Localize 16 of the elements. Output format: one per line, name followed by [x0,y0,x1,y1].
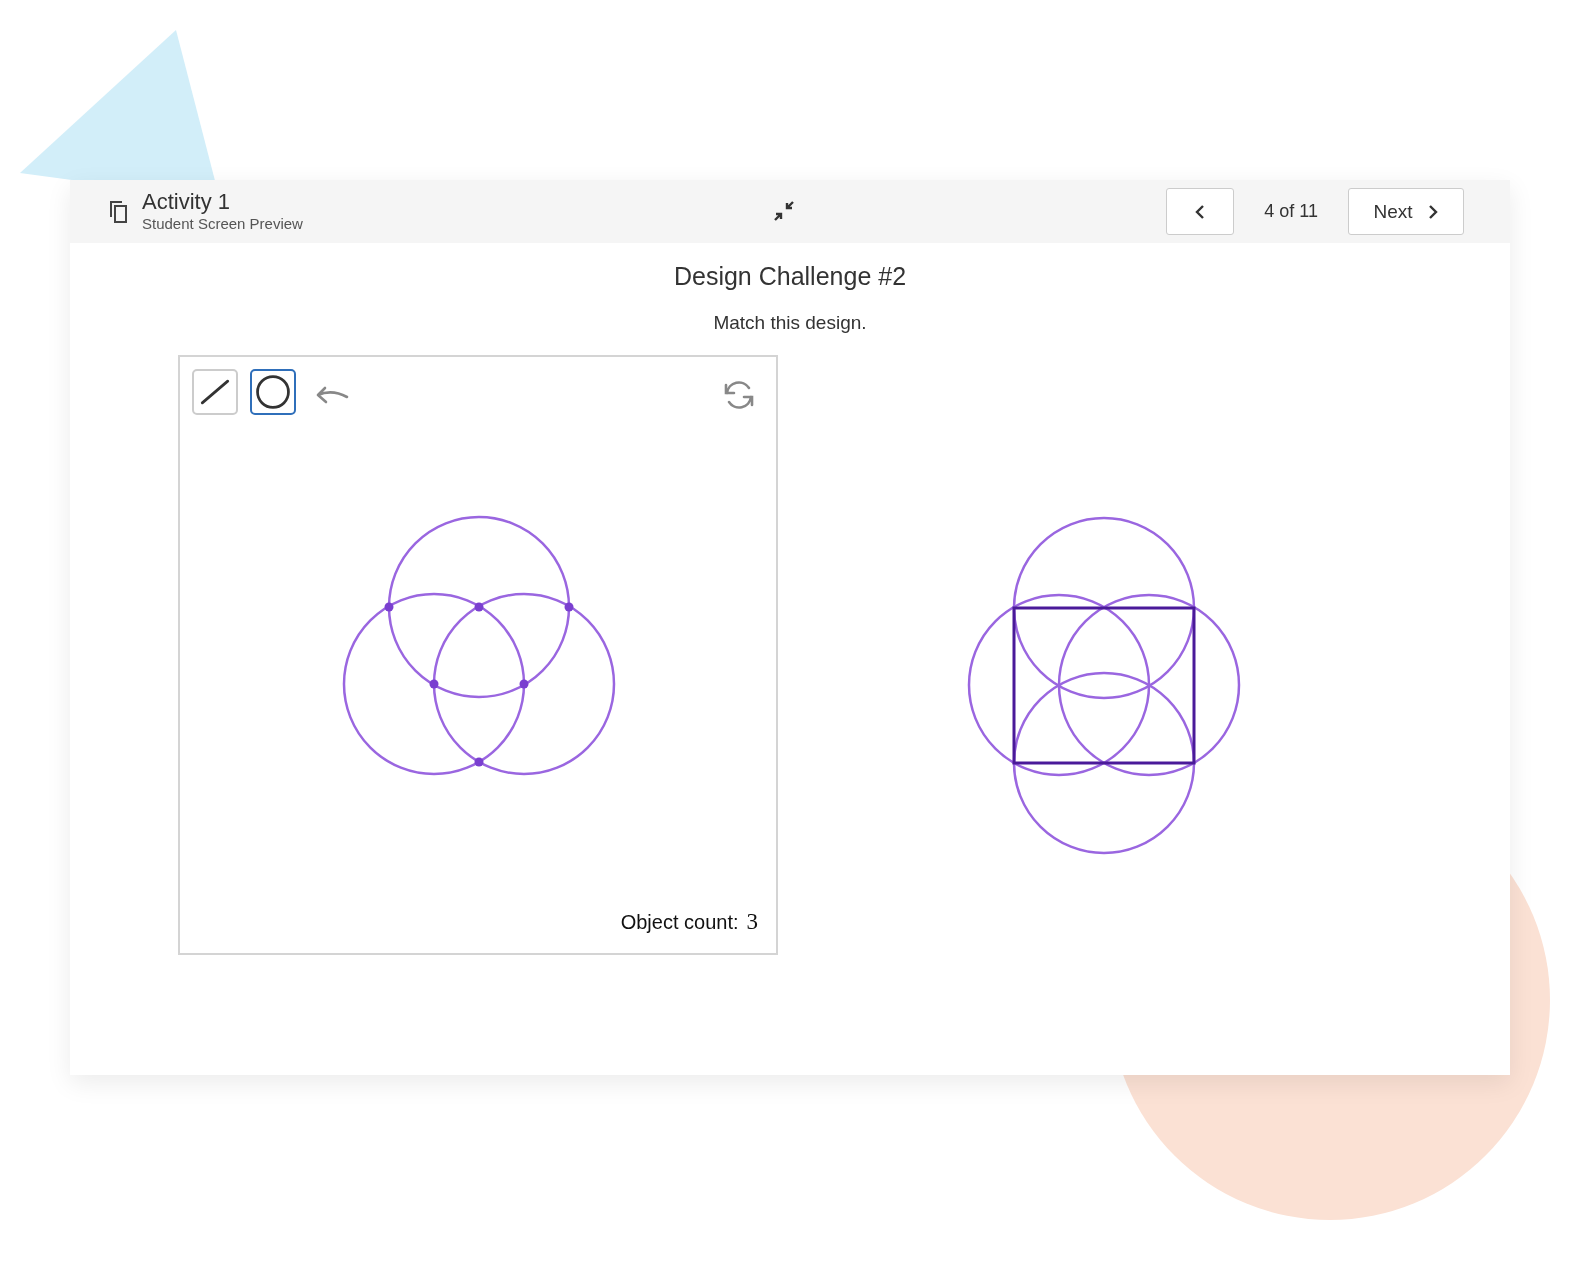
circle-tool-button[interactable] [250,369,296,415]
collapse-icon[interactable] [773,200,795,222]
challenge-heading: Design Challenge #2 [673,262,907,290]
line-tool-button[interactable] [192,369,238,415]
page-position: 4 of 11 [1264,201,1318,222]
circle-icon [253,372,293,412]
activity-title: Activity 1 [142,189,232,214]
copy-icon [110,200,128,223]
object-count-label: Object count: [620,911,739,934]
object-count-value: 3 [746,909,758,935]
activity-subtitle: Student Screen Preview [142,214,303,234]
chevron-left-icon [1194,203,1207,220]
instruction-text: Match this design. [713,312,867,333]
next-button[interactable]: Next [1348,188,1464,235]
reset-icon[interactable] [722,379,756,411]
chevron-right-icon [1426,203,1439,220]
